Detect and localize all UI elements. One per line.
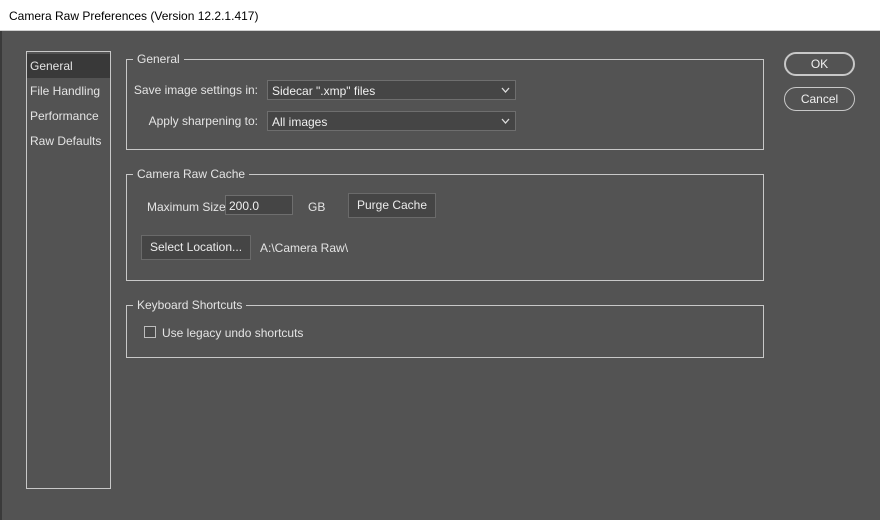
sidebar-item-general[interactable]: General — [27, 54, 110, 78]
sidebar-item-label: Performance — [30, 109, 99, 123]
purge-cache-button[interactable]: Purge Cache — [348, 193, 436, 218]
cancel-button-label: Cancel — [800, 92, 839, 106]
ok-button[interactable]: OK — [784, 52, 855, 76]
legacy-undo-label[interactable]: Use legacy undo shortcuts — [162, 326, 303, 340]
ok-button-label: OK — [810, 57, 829, 71]
cache-location-path: A:\Camera Raw\ — [260, 241, 349, 255]
sharpening-dropdown[interactable]: All images — [267, 111, 516, 131]
general-group-legend: General — [133, 51, 184, 67]
save-settings-value: Sidecar ".xmp" files — [272, 84, 376, 98]
purge-cache-label: Purge Cache — [356, 198, 428, 212]
sidebar-item-label: General — [30, 59, 73, 73]
shortcuts-group-legend: Keyboard Shortcuts — [133, 297, 247, 313]
sharpening-label: Apply sharpening to: — [148, 114, 258, 128]
sidebar-item-performance[interactable]: Performance — [27, 104, 110, 128]
select-location-button[interactable]: Select Location... — [141, 235, 251, 260]
save-settings-label: Save image settings in: — [133, 83, 258, 97]
max-size-label: Maximum Size: — [147, 200, 230, 214]
sidebar-item-raw-defaults[interactable]: Raw Defaults — [27, 129, 110, 153]
cache-group-legend: Camera Raw Cache — [133, 166, 250, 182]
size-unit-label: GB — [308, 200, 326, 214]
select-location-label: Select Location... — [149, 240, 243, 254]
window-title: Camera Raw Preferences (Version 12.2.1.4… — [9, 9, 259, 23]
window-left-edge — [0, 31, 2, 520]
general-group: General Save image settings in: Sidecar … — [126, 51, 764, 150]
title-bar: Camera Raw Preferences (Version 12.2.1.4… — [0, 0, 880, 31]
sidebar: General File Handling Performance Raw De… — [26, 51, 111, 489]
chevron-down-icon — [501, 87, 510, 93]
save-settings-dropdown[interactable]: Sidecar ".xmp" files — [267, 80, 516, 100]
sidebar-item-label: Raw Defaults — [30, 134, 102, 148]
max-size-value: 200.0 — [229, 199, 260, 213]
legacy-undo-checkbox[interactable] — [144, 326, 156, 338]
sharpening-value: All images — [272, 115, 328, 129]
keyboard-shortcuts-group: Keyboard Shortcuts Use legacy undo short… — [126, 297, 764, 358]
cancel-button[interactable]: Cancel — [784, 87, 855, 111]
max-size-input[interactable]: 200.0 — [225, 195, 293, 215]
sidebar-item-file-handling[interactable]: File Handling — [27, 79, 110, 103]
camera-raw-cache-group: Camera Raw Cache Maximum Size: 200.0 GB … — [126, 166, 764, 281]
chevron-down-icon — [501, 118, 510, 124]
sidebar-item-label: File Handling — [30, 84, 101, 98]
